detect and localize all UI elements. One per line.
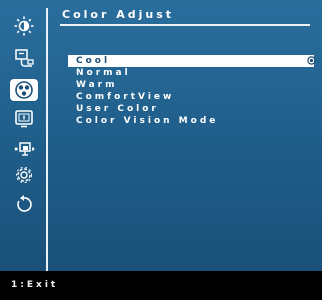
menu-item-warm[interactable]: Warm: [68, 79, 314, 91]
footer-bar: 1:Exit: [0, 271, 322, 300]
menu-item-label: ComfortView: [76, 92, 175, 102]
menu-item-cool[interactable]: Cool: [68, 55, 316, 67]
menu-item-label: Color Vision Mode: [76, 116, 219, 126]
sidebar: [0, 0, 46, 271]
reset-icon[interactable]: [13, 193, 35, 215]
sidebar-divider: [46, 8, 48, 271]
osd-panel: Color Adjust Cool Normal Warm ComfortVie…: [0, 0, 322, 271]
settings-icon[interactable]: [13, 164, 35, 186]
pip-icon[interactable]: [13, 138, 35, 160]
exit-hint[interactable]: 1:Exit: [11, 280, 58, 290]
display-icon[interactable]: [13, 108, 35, 130]
menu-item-color-vision-mode[interactable]: Color Vision Mode: [68, 115, 314, 127]
menu-item-label: Warm: [76, 80, 118, 90]
brightness-contrast-icon[interactable]: [13, 15, 35, 37]
menu-item-user-color[interactable]: User Color: [68, 103, 314, 115]
menu-title: Color Adjust: [62, 8, 175, 21]
menu-item-label: User Color: [76, 104, 159, 114]
color-icon[interactable]: [10, 79, 38, 101]
osd-window: Color Adjust Cool Normal Warm ComfortVie…: [0, 0, 322, 300]
input-source-icon[interactable]: [13, 47, 35, 69]
menu-item-label: Cool: [76, 56, 111, 66]
selected-radio-icon: [307, 56, 316, 65]
color-preset-menu: Cool Normal Warm ComfortView User Color …: [68, 55, 316, 127]
menu-item-label: Normal: [76, 68, 131, 78]
menu-item-comfortview[interactable]: ComfortView: [68, 91, 314, 103]
menu-item-normal[interactable]: Normal: [68, 67, 314, 79]
title-underline: [60, 24, 310, 26]
